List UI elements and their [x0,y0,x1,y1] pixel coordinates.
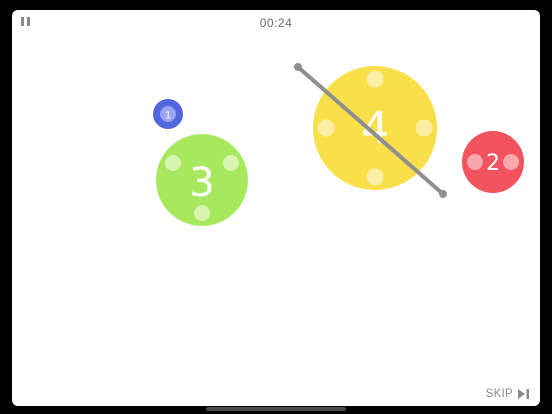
circle-3-dot [194,205,210,221]
circle-1-number: 1 [165,110,171,122]
circle-2-dot [503,154,519,170]
skip-forward-icon [518,389,529,399]
circle-2-number: 2 [486,151,500,176]
slice-line-handle-start [294,63,302,71]
circle-3-dot [165,155,181,171]
game-board[interactable]: 1 3 4 2 [12,10,540,406]
circle-4-dot [415,119,433,137]
circle-1[interactable]: 1 [153,99,183,129]
home-indicator[interactable] [206,407,346,411]
circle-4-dot [366,168,384,186]
circle-3-number: 3 [189,160,214,206]
skip-button[interactable]: SKIP [486,388,530,400]
circle-2-dot [467,154,483,170]
circle-3[interactable]: 3 [156,134,248,226]
skip-label: SKIP [485,388,513,400]
circle-2[interactable]: 2 [462,131,524,193]
circle-4-dot [366,70,384,88]
slice-line-handle-end [439,190,447,198]
circle-3-dot [223,155,239,171]
game-screen[interactable]: 00:24 1 3 4 2 SKIP [12,10,540,406]
circle-4-dot [317,119,335,137]
